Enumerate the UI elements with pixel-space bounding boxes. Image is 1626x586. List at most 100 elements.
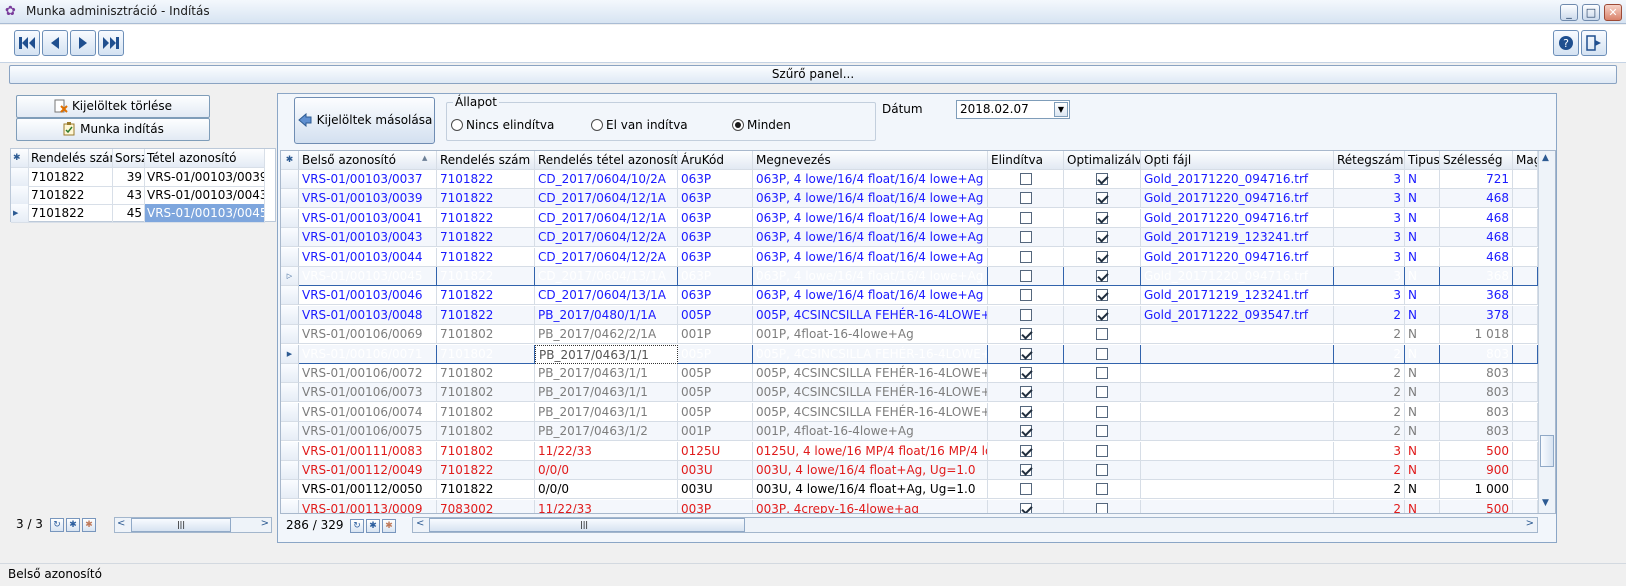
horizontal-splitter[interactable] [0, 86, 1626, 92]
column-header[interactable]: Belső azonosító [299, 151, 437, 170]
table-row[interactable]: VRS-01/00113/0009 7083002 11/22/33 003P 003P… [281, 499, 1538, 513]
exit-button[interactable] [1581, 30, 1607, 56]
started-checkbox[interactable] [1019, 464, 1032, 476]
column-header[interactable]: Szélesség [1440, 151, 1513, 170]
table-cell[interactable] [988, 344, 1064, 364]
table-cell[interactable] [1064, 228, 1141, 248]
table-row[interactable]: VRS-01/00103/0043 7101822 CD_2017/0604/12/… [281, 228, 1538, 248]
maximize-button[interactable]: □ [1582, 4, 1600, 21]
table-cell[interactable] [1064, 189, 1141, 209]
started-checkbox[interactable] [1019, 328, 1032, 341]
table-row[interactable]: VRS-01/00103/0044 7101822 CD_2017/0604/12/… [281, 247, 1538, 267]
date-picker[interactable]: 2018.02.07 ▼ [956, 100, 1070, 119]
column-header[interactable]: ÁruKód [678, 151, 753, 170]
table-row[interactable]: VRS-01/00103/0039 7101822 CD_2017/0604/12/… [281, 189, 1538, 209]
optimized-checkbox[interactable] [1096, 270, 1108, 282]
table-cell[interactable] [1064, 441, 1141, 461]
started-checkbox[interactable] [1019, 483, 1032, 496]
table-cell[interactable] [988, 364, 1064, 383]
started-checkbox[interactable] [1019, 250, 1032, 263]
table-row[interactable]: VRS-01/00106/0069 7101802 PB_2017/0462/2/1… [281, 325, 1538, 345]
optimized-checkbox[interactable] [1096, 231, 1108, 244]
close-button[interactable]: ✕ [1604, 4, 1622, 21]
optimized-checkbox[interactable] [1096, 173, 1108, 185]
started-checkbox[interactable] [1019, 308, 1032, 321]
table-cell[interactable] [988, 170, 1064, 189]
table-row[interactable]: VRS-01/00103/0046 7101822 CD_2017/0604/13/… [281, 286, 1538, 306]
table-cell[interactable] [1064, 325, 1141, 345]
started-checkbox[interactable] [1019, 270, 1032, 282]
list-item[interactable]: 7101822 43 VRS-01/00103/0043 [11, 186, 275, 205]
table-row[interactable]: ▷ VRS-01/00103/0045 7101822 CD_2017/0604/13… [281, 267, 1538, 286]
delete-record-icon[interactable]: ✱ [382, 519, 396, 533]
optimized-checkbox[interactable] [1096, 444, 1108, 457]
table-cell[interactable] [988, 461, 1064, 480]
optimized-checkbox[interactable] [1096, 250, 1108, 263]
table-cell[interactable] [1064, 402, 1141, 422]
table-cell[interactable] [1064, 344, 1141, 364]
table-cell[interactable] [988, 208, 1064, 228]
column-header[interactable]: Mag [1513, 151, 1538, 170]
chevron-down-icon[interactable]: ▼ [1054, 102, 1068, 117]
refresh-icon[interactable]: ↻ [50, 518, 64, 532]
scroll-left-icon[interactable]: < [117, 518, 125, 529]
started-checkbox[interactable] [1019, 405, 1032, 418]
scroll-right-icon[interactable]: > [1526, 518, 1534, 529]
table-cell[interactable] [988, 247, 1064, 267]
started-checkbox[interactable] [1019, 192, 1032, 205]
delete-selected-button[interactable]: Kijelöltek törlése [16, 95, 210, 118]
started-checkbox[interactable] [1019, 367, 1032, 379]
table-cell[interactable] [988, 480, 1064, 500]
next-record-button[interactable] [70, 30, 96, 56]
vertical-splitter[interactable] [268, 93, 273, 543]
minimize-button[interactable]: _ [1560, 4, 1578, 21]
table-cell[interactable] [988, 499, 1064, 513]
table-cell[interactable] [1064, 247, 1141, 267]
optimized-checkbox[interactable] [1096, 328, 1108, 341]
table-row[interactable]: VRS-01/00111/0083 7101802 11/22/33 0125U 012… [281, 441, 1538, 461]
vertical-scrollbar[interactable]: ▲ ▼ [1538, 151, 1555, 513]
table-row[interactable]: VRS-01/00103/0048 7101822 PB_2017/0480/1/1… [281, 305, 1538, 325]
table-cell[interactable] [1064, 286, 1141, 306]
column-header[interactable]: Rendelés szám [437, 151, 535, 170]
started-checkbox[interactable] [1019, 231, 1032, 244]
table-cell[interactable] [988, 267, 1064, 286]
started-checkbox[interactable] [1019, 386, 1032, 399]
started-checkbox[interactable] [1019, 173, 1032, 185]
table-cell[interactable] [988, 402, 1064, 422]
table-cell[interactable] [988, 305, 1064, 325]
scroll-thumb[interactable]: ||| [429, 518, 745, 532]
table-cell[interactable] [1064, 461, 1141, 480]
optimized-checkbox[interactable] [1096, 367, 1108, 379]
optimized-checkbox[interactable] [1096, 308, 1108, 321]
column-header[interactable]: Rétegszám [1334, 151, 1405, 170]
list-item[interactable]: 7101822 39 VRS-01/00103/0039 [11, 168, 275, 187]
optimized-checkbox[interactable] [1096, 211, 1108, 224]
optimized-checkbox[interactable] [1096, 405, 1108, 418]
column-header[interactable]: Rendelés szám [29, 149, 113, 168]
scroll-down-icon[interactable]: ▼ [1542, 498, 1549, 508]
table-row[interactable]: VRS-01/00106/0074 7101802 PB_2017/0463/1/1… [281, 402, 1538, 422]
optimized-checkbox[interactable] [1096, 192, 1108, 205]
new-record-icon[interactable]: ✱ [366, 519, 380, 533]
optimized-checkbox[interactable] [1096, 483, 1108, 496]
table-row[interactable]: VRS-01/00106/0073 7101802 PB_2017/0463/1/1… [281, 383, 1538, 403]
previous-record-button[interactable] [42, 30, 68, 56]
scroll-up-icon[interactable]: ▲ [1542, 153, 1549, 163]
table-row[interactable]: VRS-01/00103/0041 7101822 CD_2017/0604/12/… [281, 208, 1538, 228]
table-cell[interactable] [988, 383, 1064, 403]
scroll-thumb[interactable] [1540, 435, 1554, 467]
started-checkbox[interactable] [1019, 289, 1032, 302]
column-header[interactable]: Sorsz [113, 149, 145, 168]
column-header[interactable]: Rendelés tétel azonosító [535, 151, 678, 170]
help-button[interactable]: ? [1553, 30, 1579, 56]
column-header[interactable]: Tétel azonosító [145, 149, 265, 168]
table-cell[interactable] [988, 441, 1064, 461]
table-cell[interactable] [1064, 480, 1141, 500]
table-row[interactable]: ▶ VRS-01/00106/0071 7101802 PB_2017/0463/1/… [281, 344, 1538, 364]
radio-not-started[interactable]: Nincs elindítva [451, 118, 554, 132]
scroll-left-icon[interactable]: < [416, 518, 424, 529]
optimized-checkbox[interactable] [1096, 464, 1108, 476]
table-row[interactable]: VRS-01/00106/0075 7101802 PB_2017/0463/1/2… [281, 422, 1538, 442]
scroll-thumb[interactable]: ||| [131, 518, 231, 532]
